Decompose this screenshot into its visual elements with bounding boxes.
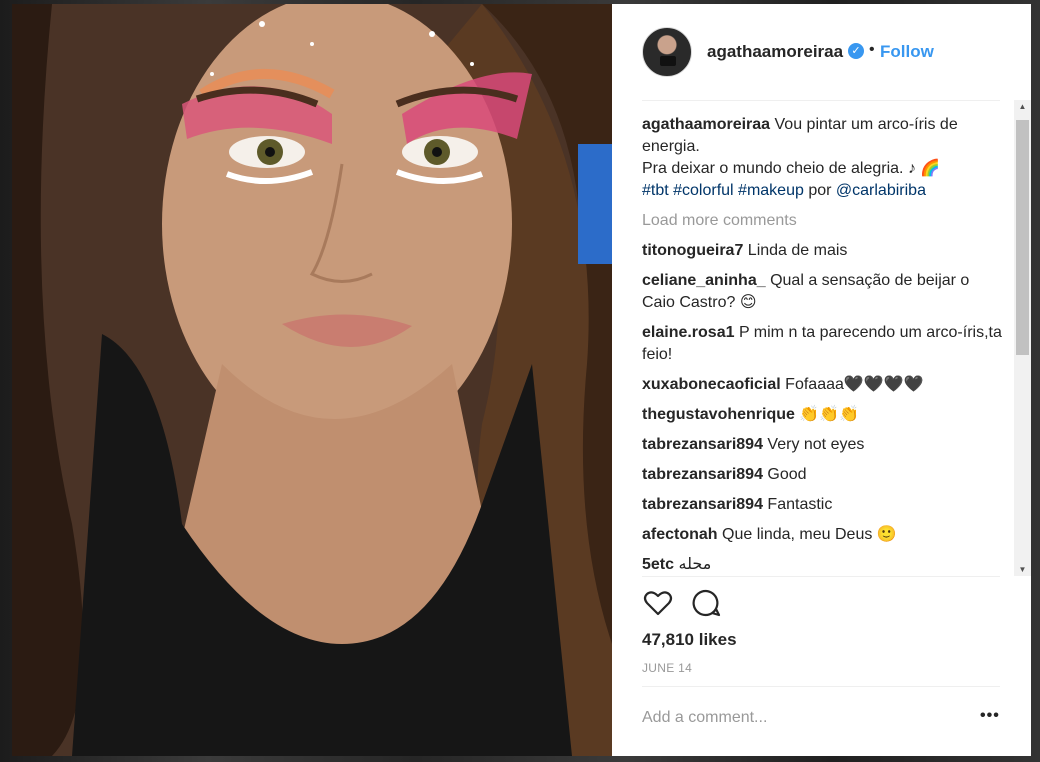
- comment-username[interactable]: tabrezansari894: [642, 436, 763, 453]
- post-date: JUNE 14: [642, 661, 693, 675]
- caption-username[interactable]: agathaamoreiraa: [642, 116, 770, 133]
- comment-username[interactable]: celiane_aninha_: [642, 272, 766, 289]
- caption-hashtags[interactable]: #tbt #colorful #makeup: [642, 182, 804, 199]
- caption-line-2: Pra deixar o mundo cheio de alegria. ♪ 🌈: [642, 160, 941, 177]
- comment-username[interactable]: afectonah: [642, 526, 718, 543]
- comment-item: celiane_aninha_ Qual a sensação de beija…: [642, 270, 1006, 314]
- add-comment-input[interactable]: Add a comment...: [642, 709, 942, 727]
- comment-text: Fantastic: [767, 496, 833, 513]
- post-author-username[interactable]: agathaamoreiraa: [707, 42, 843, 62]
- scrollbar-thumb[interactable]: [1016, 120, 1029, 355]
- comment-text: محله: [678, 556, 712, 573]
- divider: [642, 686, 1000, 687]
- comment-item: xuxabonecaoficial Fofaaaa🖤🖤🖤🖤: [642, 374, 1006, 396]
- scroll-up-arrow-icon[interactable]: ▲: [1014, 102, 1031, 111]
- load-more-comments-link[interactable]: Load more comments: [642, 210, 1006, 232]
- comment-text: Linda de mais: [747, 242, 848, 259]
- likes-count[interactable]: 47,810 likes: [642, 630, 737, 650]
- post-header: agathaamoreiraa ✓ • Follow: [612, 4, 1031, 100]
- comment-text: Good: [767, 466, 807, 483]
- scroll-down-arrow-icon[interactable]: ▼: [1014, 565, 1031, 574]
- comment-text: Very not eyes: [767, 436, 865, 453]
- comment-username[interactable]: xuxabonecaoficial: [642, 376, 781, 393]
- comments-list[interactable]: agathaamoreiraa Vou pintar um arco-íris …: [642, 114, 1006, 574]
- comment-item: tabrezansari894 Good: [642, 464, 1006, 486]
- divider: [642, 576, 1000, 577]
- verified-badge-icon: ✓: [848, 43, 864, 59]
- comment-item: 5etc محله: [642, 554, 1006, 574]
- comment-text: Que linda, meu Deus 🙂: [722, 526, 897, 543]
- comment-username[interactable]: 5etc: [642, 556, 674, 573]
- comment-item: afectonah Que linda, meu Deus 🙂: [642, 524, 1006, 546]
- caption-mention[interactable]: @carlabiriba: [836, 182, 926, 199]
- separator-dot: •: [869, 41, 875, 58]
- more-options-icon[interactable]: •••: [980, 707, 1000, 725]
- post-photo[interactable]: [12, 4, 612, 756]
- camera-icon: [660, 56, 676, 66]
- follow-button[interactable]: Follow: [880, 42, 934, 62]
- comment-username[interactable]: elaine.rosa1: [642, 324, 735, 341]
- comment-item: tabrezansari894 Very not eyes: [642, 434, 1006, 456]
- avatar[interactable]: [642, 27, 692, 77]
- comment-username[interactable]: tabrezansari894: [642, 496, 763, 513]
- comment-item: thegustavohenrique 👏👏👏: [642, 404, 1006, 426]
- divider: [642, 100, 1000, 101]
- comment-username[interactable]: titonogueira7: [642, 242, 743, 259]
- comment-item: titonogueira7 Linda de mais: [642, 240, 1006, 262]
- caption-por: por: [808, 182, 832, 199]
- comment-item: elaine.rosa1 P mim n ta parecendo um arc…: [642, 322, 1006, 366]
- post-caption: agathaamoreiraa Vou pintar um arco-íris …: [642, 114, 1006, 202]
- comment-icon[interactable]: [690, 587, 722, 619]
- selfie-image: [12, 4, 612, 756]
- comment-username[interactable]: thegustavohenrique: [642, 406, 795, 423]
- comment-text: 👏👏👏: [799, 406, 860, 423]
- comment-item: tabrezansari894 Fantastic: [642, 494, 1006, 516]
- comment-username[interactable]: tabrezansari894: [642, 466, 763, 483]
- comments-scrollbar[interactable]: ▲ ▼: [1014, 100, 1031, 576]
- comment-text: Fofaaaa🖤🖤🖤🖤: [785, 376, 924, 393]
- heart-icon[interactable]: [642, 587, 674, 619]
- post-details-panel: agathaamoreiraa ✓ • Follow agathaamoreir…: [612, 4, 1031, 756]
